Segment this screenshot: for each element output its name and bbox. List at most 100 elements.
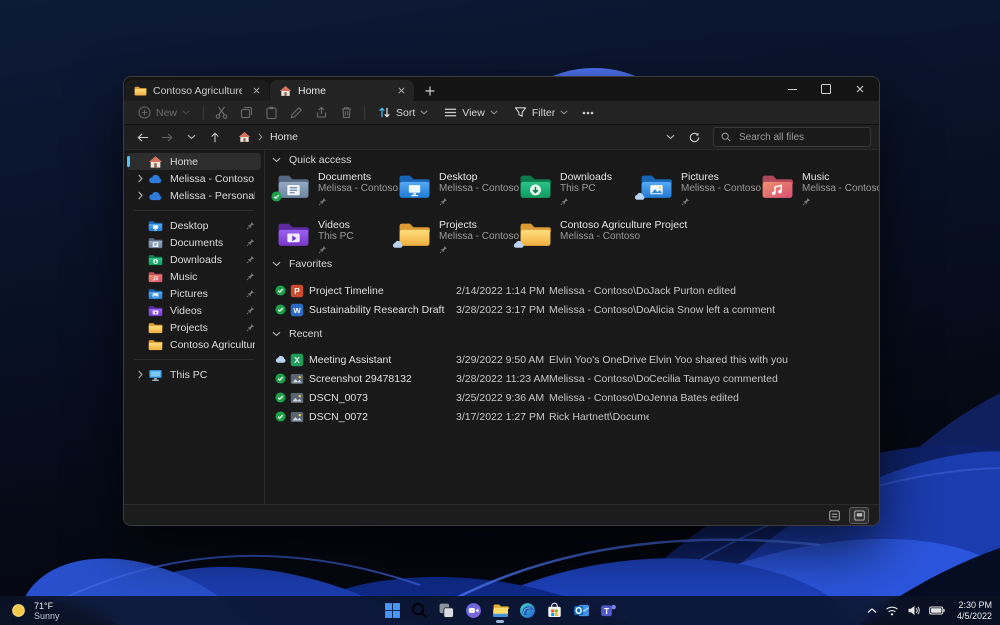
recent-locations-button[interactable] [180, 128, 202, 146]
quick-access-tile-projects[interactable]: Projects Melissa - Contoso [398, 218, 519, 262]
chevron-right-icon[interactable] [136, 370, 145, 379]
toolbar-divider [364, 105, 366, 120]
maximize-button[interactable] [809, 78, 843, 101]
pin-icon [246, 323, 255, 332]
tile-text: Projects Melissa - Contoso [439, 218, 519, 262]
file-activity: Alicia Snow left a comment [649, 303, 776, 316]
taskbar-task-view-button[interactable] [434, 599, 458, 623]
quick-access-header[interactable]: Quick access [272, 153, 351, 167]
volume-icon[interactable] [907, 605, 921, 616]
sidebar-item-documents[interactable]: Documents [127, 234, 261, 251]
search-box[interactable] [713, 127, 871, 147]
thumbnail-view-button[interactable] [849, 506, 869, 524]
back-button[interactable] [132, 128, 154, 146]
sidebar-item-contoso-agriculture-project[interactable]: Contoso Agriculture Project [127, 336, 261, 353]
address-dropdown-button[interactable] [659, 128, 681, 146]
tab-home[interactable]: Home [270, 80, 414, 101]
file-name: Project Timeline [309, 284, 384, 297]
taskbar-chat-button[interactable] [461, 599, 485, 623]
battery-icon[interactable] [929, 606, 945, 615]
up-button[interactable] [204, 128, 226, 146]
forward-button[interactable] [156, 128, 178, 146]
wifi-icon[interactable] [885, 605, 899, 616]
recent-dscn-0072[interactable]: DSCN_0072 3/17/2022 1:27 PM Rick Hartnet… [272, 407, 873, 426]
filter-button[interactable]: Filter [506, 106, 576, 119]
command-bar: New Sort View Filter [124, 101, 879, 125]
chevron-right-icon[interactable] [136, 174, 145, 183]
tile-location: This PC [560, 183, 596, 194]
details-view-button[interactable] [824, 507, 844, 524]
tile-icon [398, 172, 431, 201]
sidebar-item-melissa-contoso[interactable]: Melissa - Contoso [127, 170, 261, 187]
taskbar-teams-button[interactable] [596, 599, 620, 623]
taskbar: 71°F Sunny 2:30 PM 4/5/2022 [0, 596, 1000, 625]
chevron-up-icon[interactable] [867, 605, 877, 616]
taskbar-file-explorer-button[interactable] [488, 599, 512, 623]
favorite-sustainability-research-draft[interactable]: Sustainability Research Draft 3/28/2022 … [272, 300, 873, 319]
sort-button[interactable]: Sort [370, 106, 436, 119]
taskbar-store-button[interactable] [542, 599, 566, 623]
new-button[interactable]: New [130, 106, 198, 119]
folder-icon [148, 338, 163, 352]
pin-icon [246, 289, 255, 298]
recent-meeting-assistant[interactable]: Meeting Assistant 3/29/2022 9:50 AM Elvi… [272, 350, 873, 369]
quick-access-tile-desktop[interactable]: Desktop Melissa - Contoso [398, 170, 519, 214]
close-tab-button[interactable] [393, 83, 409, 99]
share-button[interactable] [309, 103, 334, 122]
view-button[interactable]: View [436, 106, 506, 119]
tile-location: Melissa - Contoso [318, 183, 399, 194]
recent-dscn-0073[interactable]: DSCN_0073 3/25/2022 9:36 AM Melissa - Co… [272, 388, 873, 407]
sidebar-item-videos[interactable]: Videos [127, 302, 261, 319]
close-tab-button[interactable] [248, 83, 264, 99]
search-input[interactable] [737, 130, 863, 144]
recent-screenshot-29478132[interactable]: Screenshot 29478132 3/28/2022 11:23 AM M… [272, 369, 873, 388]
favorites-header[interactable]: Favorites [272, 257, 332, 271]
more-options-button[interactable] [576, 111, 600, 115]
paste-button[interactable] [259, 103, 284, 122]
cut-button[interactable] [209, 103, 234, 122]
weather-widget[interactable]: 71°F Sunny [10, 601, 60, 621]
quick-access-tile-music[interactable]: Music Melissa - Contoso [761, 170, 879, 214]
quick-access-tile-videos[interactable]: Videos This PC [277, 218, 396, 262]
chevron-right-icon[interactable] [136, 191, 145, 200]
taskbar-outlook-button[interactable] [569, 599, 593, 623]
sidebar-item-this-pc[interactable]: This PC [127, 366, 261, 383]
rename-button[interactable] [284, 103, 309, 122]
quick-access-tile-downloads[interactable]: Downloads This PC [519, 170, 638, 214]
recent-list: Meeting Assistant 3/29/2022 9:50 AM Elvi… [272, 350, 873, 426]
excel-icon [290, 353, 304, 367]
sidebar-item-projects[interactable]: Projects [127, 319, 261, 336]
sidebar-item-downloads[interactable]: Downloads [127, 251, 261, 268]
favorite-project-timeline[interactable]: Project Timeline 2/14/2022 1:14 PM Melis… [272, 281, 873, 300]
documents-icon [148, 236, 163, 250]
quick-access-tile-contoso-agriculture-project[interactable]: Contoso Agriculture Project Melissa - Co… [519, 218, 687, 262]
tile-name: Projects [439, 219, 477, 231]
sidebar-item-desktop[interactable]: Desktop [127, 217, 261, 234]
minimize-button[interactable] [775, 78, 809, 101]
copy-button[interactable] [234, 103, 259, 122]
recent-header[interactable]: Recent [272, 327, 322, 341]
tile-icon [761, 172, 794, 201]
taskbar-clock[interactable]: 2:30 PM 4/5/2022 [957, 600, 992, 621]
taskbar-search-button[interactable] [407, 599, 431, 623]
refresh-button[interactable] [683, 128, 705, 146]
delete-button[interactable] [334, 103, 359, 122]
content-pane: Quick access Documents Melissa - Contoso… [265, 150, 879, 504]
sidebar-item-pictures[interactable]: Pictures [127, 285, 261, 302]
taskbar-start-button[interactable] [380, 599, 404, 623]
sidebar-item-home[interactable]: Home [127, 153, 261, 170]
sidebar-item-melissa-personal[interactable]: Melissa - Personal [127, 187, 261, 204]
file-location: Rick Hartnett\Documents [549, 410, 649, 423]
new-tab-button[interactable] [418, 80, 442, 101]
quick-access-tile-documents[interactable]: Documents Melissa - Contoso [277, 170, 399, 214]
close-window-button[interactable] [843, 78, 877, 101]
badge-sync-icon [275, 285, 286, 296]
sidebar-item-music[interactable]: Music [127, 268, 261, 285]
breadcrumb[interactable]: Home [238, 131, 298, 143]
cut-icon [215, 106, 228, 119]
onedrive-icon [148, 172, 163, 186]
tab-contoso-agriculture-project[interactable]: Contoso Agriculture Project [125, 80, 269, 101]
pin-icon [802, 197, 811, 206]
taskbar-edge-button[interactable] [515, 599, 539, 623]
quick-access-tile-pictures[interactable]: Pictures Melissa - Contoso [640, 170, 761, 214]
